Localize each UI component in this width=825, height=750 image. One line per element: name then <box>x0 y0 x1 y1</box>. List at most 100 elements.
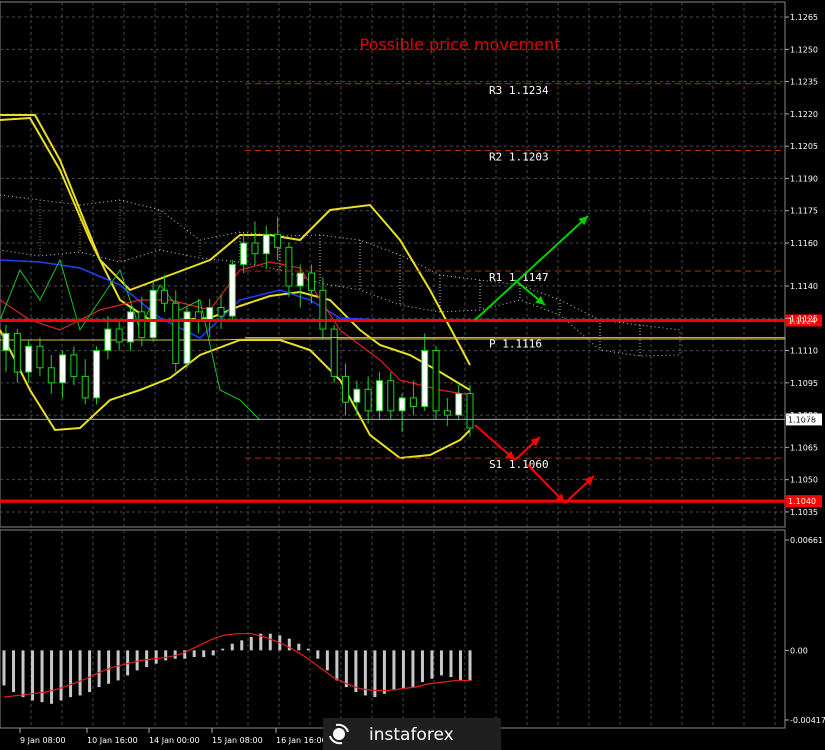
candle-body <box>308 272 316 291</box>
macd-bar <box>12 650 16 693</box>
macd-bar <box>316 650 320 659</box>
level-label-P: P 1.1116 <box>489 338 542 351</box>
logo-text: instaforex <box>369 725 454 745</box>
x-tick-label: 14 Jan 00:00 <box>149 736 200 745</box>
candle-body <box>285 246 293 287</box>
y-tick-label: 1.1035 <box>790 508 818 517</box>
macd-bar <box>2 650 6 686</box>
candle-body <box>25 345 33 373</box>
macd-bar <box>88 650 92 693</box>
candle-body <box>466 393 474 429</box>
y-tick-label: 1.1110 <box>790 347 818 356</box>
candle-body <box>115 328 123 343</box>
y-tick-label: 1.1095 <box>790 379 818 388</box>
macd-bar <box>439 650 443 676</box>
macd-bar <box>50 650 54 704</box>
macd-bar <box>354 650 358 693</box>
macd-bar <box>297 643 301 651</box>
candle-body <box>206 307 214 321</box>
macd-bar <box>344 650 348 688</box>
y-tick-label: 1.1065 <box>790 443 818 452</box>
macd-bar <box>230 643 234 651</box>
level-label-S1: S1 1.1060 <box>489 458 549 471</box>
candle-body <box>240 242 248 266</box>
candle-body <box>81 375 89 399</box>
y-tick-label: 1.1175 <box>790 207 818 216</box>
macd-bar <box>268 633 272 651</box>
candle-body <box>398 397 406 412</box>
candle-body <box>149 289 157 339</box>
candle-body <box>2 332 10 352</box>
y-tick-label: 1.1080 <box>790 411 818 420</box>
candle-body <box>251 242 259 255</box>
candle-body <box>138 311 146 339</box>
candle-body <box>47 367 55 384</box>
y-tick-label: 1.1235 <box>790 78 818 87</box>
macd-bar <box>21 650 25 698</box>
candle-body <box>13 332 21 373</box>
macd-bar <box>458 650 462 681</box>
candle-body <box>443 410 451 416</box>
macd-bar <box>107 650 111 684</box>
macd-tick-label: 0.00661 <box>790 536 823 545</box>
candle-body <box>296 272 304 287</box>
macd-bar <box>468 650 472 681</box>
candle-body <box>330 328 338 377</box>
y-tick-label: 1.1160 <box>790 239 818 248</box>
instaforex-logo: instaforex <box>323 718 501 750</box>
macd-bar <box>306 648 310 651</box>
macd-bar <box>97 650 101 688</box>
candle-body <box>70 354 78 377</box>
y-tick-label: 1.1050 <box>790 476 818 485</box>
macd-bar <box>202 650 206 658</box>
x-tick-label: 15 Jan 08:00 <box>212 736 263 745</box>
y-tick-label: 1.1265 <box>790 13 818 22</box>
x-tick-label: 10 Jan 16:00 <box>87 736 138 745</box>
level-label-R3: R3 1.1234 <box>489 84 549 97</box>
candle-body <box>375 380 383 412</box>
sr-price-label: 1.1040 <box>788 497 816 506</box>
y-tick-label: 1.1205 <box>790 142 818 151</box>
macd-tick-label: -0.00417 <box>790 716 825 725</box>
y-tick-label: 1.1250 <box>790 45 818 54</box>
candle-body <box>342 375 350 403</box>
macd-bar <box>164 650 168 661</box>
macd-bar <box>249 637 253 651</box>
macd-bar <box>78 650 82 696</box>
candle-body <box>319 289 327 330</box>
candle-body <box>104 328 112 352</box>
macd-bar <box>325 650 329 671</box>
macd-bar <box>401 650 405 689</box>
macd-bar <box>382 650 386 694</box>
candle-body <box>409 397 417 408</box>
macd-bar <box>154 650 158 664</box>
candle-body <box>93 350 101 399</box>
macd-bar <box>40 650 44 703</box>
candle-body <box>364 388 372 412</box>
macd-bar <box>59 650 63 701</box>
candle-body <box>59 354 67 384</box>
macd-bar <box>392 650 396 691</box>
macd-bar <box>145 650 149 668</box>
x-tick-label: 16 Jan 16:00 <box>276 736 327 745</box>
forex-chart: R3 1.1234R2 1.1203R1 1.1147P 1.1116S1 1.… <box>0 0 825 750</box>
y-tick-label: 1.1190 <box>790 174 818 183</box>
macd-bar <box>420 650 424 683</box>
macd-bar <box>192 650 196 658</box>
macd-bar <box>335 650 339 681</box>
y-tick-label: 1.1220 <box>790 110 818 119</box>
macd-bar <box>240 640 244 651</box>
macd-bar <box>221 648 225 651</box>
candle-body <box>432 350 440 412</box>
y-tick-label: 1.1140 <box>790 282 818 291</box>
candle-body <box>274 233 282 248</box>
candle-body <box>160 289 168 304</box>
candle-body <box>455 393 463 416</box>
candle-body <box>228 264 236 317</box>
candle-body <box>36 345 44 369</box>
macd-bar <box>449 650 453 678</box>
macd-bar <box>211 650 215 656</box>
macd-tick-label: 0.00 <box>790 646 808 655</box>
candle-body <box>387 380 395 412</box>
candle-body <box>353 388 361 403</box>
